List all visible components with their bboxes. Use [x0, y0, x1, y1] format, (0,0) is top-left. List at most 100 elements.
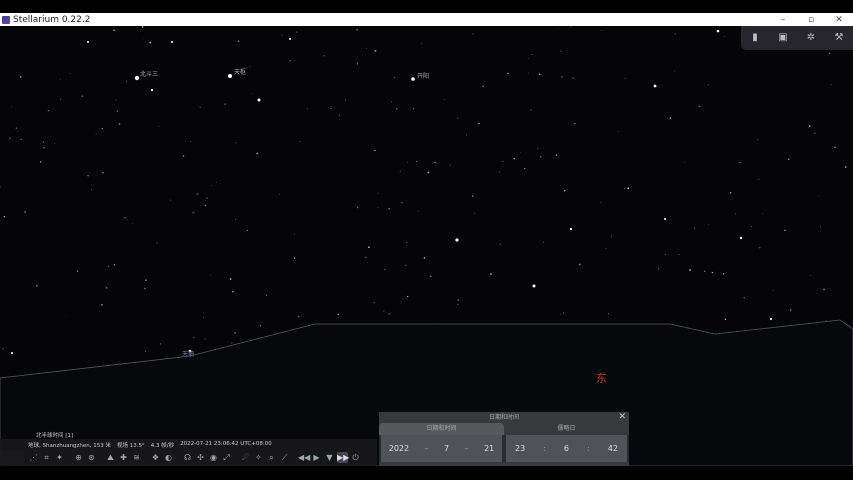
star[interactable] [39, 161, 42, 163]
star[interactable] [772, 289, 774, 291]
bright-star[interactable] [228, 74, 232, 78]
star[interactable] [355, 204, 357, 206]
star[interactable] [132, 223, 133, 224]
star[interactable] [524, 167, 526, 169]
star[interactable] [751, 226, 752, 227]
star[interactable] [412, 108, 415, 110]
star[interactable] [735, 213, 737, 215]
star[interactable] [42, 141, 45, 143]
star-label-b[interactable]: 天枢 [234, 67, 246, 76]
star[interactable] [762, 213, 764, 214]
star[interactable] [570, 26, 572, 28]
star[interactable] [234, 332, 236, 334]
bright-star[interactable] [716, 29, 720, 33]
star[interactable] [237, 40, 240, 43]
star[interactable] [808, 125, 811, 128]
star[interactable] [572, 77, 574, 79]
eyepiece-icon[interactable]: ⟋ [279, 452, 290, 463]
bright-star[interactable] [532, 284, 536, 288]
star[interactable] [739, 162, 741, 164]
bright-star[interactable] [411, 77, 415, 81]
star[interactable] [297, 315, 300, 318]
star[interactable] [788, 158, 790, 160]
star[interactable] [323, 55, 325, 57]
star-label-c[interactable]: 开阳 [417, 71, 429, 80]
bright-star[interactable] [739, 236, 743, 240]
star[interactable] [617, 131, 619, 132]
star[interactable] [344, 99, 346, 101]
quit-icon[interactable]: ⏻ [350, 452, 361, 463]
rewind-icon[interactable]: ◀◀ [298, 452, 310, 463]
star[interactable] [407, 162, 409, 164]
star[interactable] [711, 271, 714, 274]
star[interactable] [235, 218, 237, 220]
star[interactable] [373, 302, 375, 304]
constellation-art-icon[interactable]: ✦ [54, 452, 65, 463]
star[interactable] [388, 313, 390, 315]
bright-star[interactable] [87, 41, 89, 43]
star[interactable] [834, 146, 836, 148]
star[interactable] [126, 80, 128, 82]
ground-icon[interactable]: ⛰ [105, 452, 116, 463]
fullscreen-icon[interactable]: ⤢ [221, 452, 232, 463]
tab-julian-day[interactable]: 儒略日 [504, 423, 629, 435]
star[interactable] [420, 42, 422, 44]
azimuthal-grid-icon[interactable]: ⊛ [86, 452, 97, 463]
star[interactable] [76, 270, 79, 272]
star[interactable] [156, 242, 158, 244]
star[interactable] [388, 207, 391, 210]
star[interactable] [673, 70, 675, 72]
star[interactable] [457, 303, 459, 305]
star[interactable] [434, 161, 436, 164]
star[interactable] [600, 202, 602, 204]
star[interactable] [482, 85, 485, 88]
bright-star[interactable] [653, 84, 657, 88]
star[interactable] [365, 256, 367, 259]
star[interactable] [384, 269, 386, 271]
star[interactable] [170, 199, 172, 201]
star[interactable] [337, 313, 340, 316]
star[interactable] [466, 134, 467, 136]
star[interactable] [674, 33, 676, 35]
star[interactable] [560, 50, 562, 52]
bright-star[interactable] [289, 38, 291, 40]
constellation-labels-icon[interactable]: ⌗ [41, 452, 52, 463]
bright-star[interactable] [134, 75, 140, 81]
star[interactable] [684, 161, 685, 163]
star[interactable] [423, 257, 426, 259]
star[interactable] [2, 348, 4, 350]
star[interactable] [810, 275, 811, 276]
star[interactable] [215, 182, 217, 183]
year-field[interactable]: 2022 [389, 444, 409, 453]
bright-star[interactable] [171, 41, 173, 43]
star[interactable] [330, 107, 332, 109]
bright-star[interactable] [769, 317, 773, 321]
star[interactable] [356, 29, 358, 31]
satellite-icon[interactable]: ✧ [253, 452, 264, 463]
star[interactable] [249, 66, 251, 68]
gear-icon[interactable]: ✲ [804, 31, 818, 45]
mount-mode-icon[interactable]: ☊ [182, 452, 193, 463]
star[interactable] [368, 246, 370, 249]
minimize-button[interactable]: – [769, 15, 797, 25]
star[interactable] [47, 110, 50, 112]
maximize-button[interactable]: ▫ [797, 15, 825, 25]
star[interactable] [101, 304, 103, 306]
star[interactable] [818, 195, 819, 197]
star[interactable] [374, 50, 377, 52]
star[interactable] [405, 264, 407, 266]
star[interactable] [204, 338, 206, 340]
star[interactable] [825, 320, 827, 322]
star[interactable] [20, 76, 22, 78]
minute-field[interactable]: 6 [564, 444, 569, 453]
star[interactable] [101, 127, 103, 130]
trash-icon[interactable]: ▮ [748, 31, 762, 45]
star[interactable] [669, 117, 671, 119]
center-object-icon[interactable]: ✣ [195, 452, 206, 463]
star[interactable] [59, 78, 61, 80]
star[interactable] [227, 341, 228, 342]
star[interactable] [199, 106, 201, 108]
star[interactable] [115, 99, 117, 101]
star[interactable] [578, 263, 581, 266]
star[interactable] [95, 133, 97, 135]
